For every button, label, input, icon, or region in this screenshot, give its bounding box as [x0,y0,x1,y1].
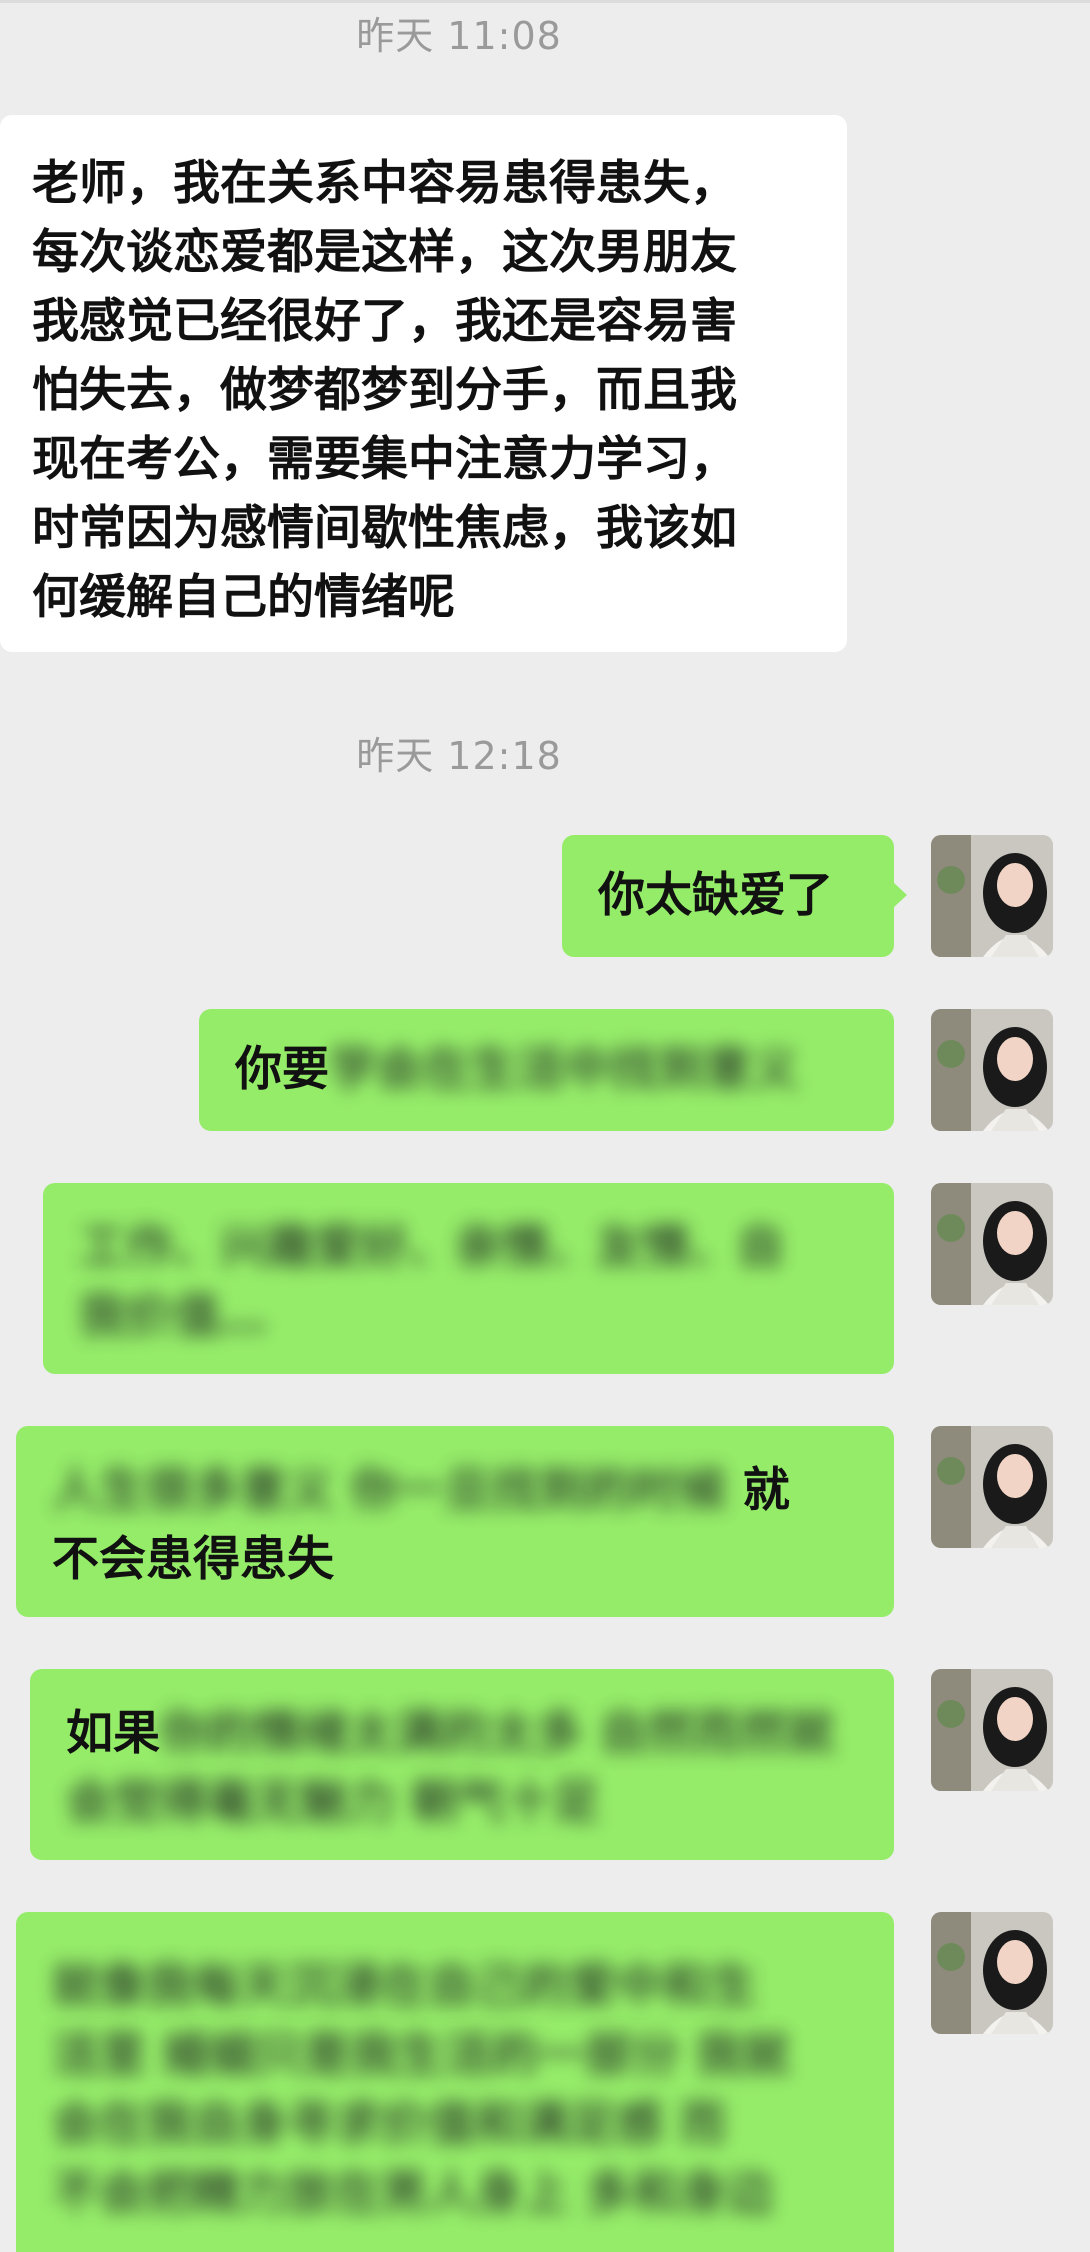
user-avatar-icon [931,1669,1053,1791]
blurred-text: 会觉得毫无魅力 朝气十足 [66,1775,600,1830]
blurred-text: 不会把精力放在男人身上 多和身边 [52,2166,774,2221]
message-line: 老师，我在关系中容易患得患失， [32,156,737,211]
message-text: 不会患得患失 [52,1532,334,1587]
user-avatar-icon [931,1912,1053,2034]
user-avatar-icon [931,1426,1053,1548]
avatar[interactable] [931,1426,1053,1548]
message-line: 每次谈恋爱都是这样，这次男朋友 [32,225,737,280]
timestamp: 昨天 12:18 [356,734,562,778]
blurred-text: 人生很多意义 你一旦找到的时候 [52,1463,727,1518]
blurred-text: 会在我自身寻求价值和满足感 而 [52,2097,727,2152]
message-text: 如果 [66,1706,160,1761]
blurred-text: 工作、兴趣爱好、亲情、友情、自 [79,1220,784,1275]
message-line: 现在考公，需要集中注意力学习， [32,432,737,487]
outgoing-message-bubble[interactable]: 你太缺爱了 [562,835,907,957]
outgoing-message-bubble[interactable]: 你要学会在生活中找到意义 [199,1009,894,1131]
timestamp: 昨天 11:08 [356,14,562,58]
message-text: 你要 [235,1042,329,1097]
blurred-text: 你的情绪太满的太多 自然而然就 [160,1706,835,1761]
outgoing-message-bubble[interactable]: 就像我每天沉浸在自己的爱中和生 活里 婚姻只是我生活的一部分 我就 会在我自身寻… [16,1912,894,2252]
avatar[interactable] [931,1183,1053,1305]
top-divider [0,0,1090,3]
user-avatar-icon [931,835,1053,957]
message-line: 怕失去，做梦都梦到分手，而且我 [32,363,737,418]
message-line: 时常因为感情间歇性焦虑，我该如 [32,501,737,556]
blurred-text: 我价值… [79,1289,267,1344]
avatar[interactable] [931,1669,1053,1791]
outgoing-message-bubble[interactable]: 如果你的情绪太满的太多 自然而然就 会觉得毫无魅力 朝气十足 [30,1669,894,1860]
outgoing-message-bubble[interactable]: 工作、兴趣爱好、亲情、友情、自 我价值… [43,1183,894,1374]
incoming-message-bubble[interactable]: 老师，我在关系中容易患得患失， 每次谈恋爱都是这样，这次男朋友 我感觉已经很好了… [0,115,847,652]
avatar[interactable] [931,1912,1053,2034]
message-line: 如果你的情绪太满的太多 自然而然就 [66,1699,894,1768]
outgoing-message-bubble[interactable]: 人生很多意义 你一旦找到的时候 就 不会患得患失 [16,1426,894,1617]
avatar[interactable] [931,1009,1053,1131]
user-avatar-icon [931,1183,1053,1305]
message-text: 你太缺爱了 [598,868,833,923]
message-line: 何缓解自己的情绪呢 [32,570,455,625]
avatar[interactable] [931,835,1053,957]
blurred-text: 学会在生活中找到意义 [329,1042,799,1097]
user-avatar-icon [931,1009,1053,1131]
message-text: 就 [742,1463,790,1518]
blurred-text: 就像我每天沉浸在自己的爱中和生 [52,1959,757,2014]
blurred-text: 活里 婚姻只是我生活的一部分 我就 [52,2028,790,2083]
message-line: 人生很多意义 你一旦找到的时候 就 [52,1456,894,1525]
message-line: 我感觉已经很好了，我还是容易害 [32,294,737,349]
